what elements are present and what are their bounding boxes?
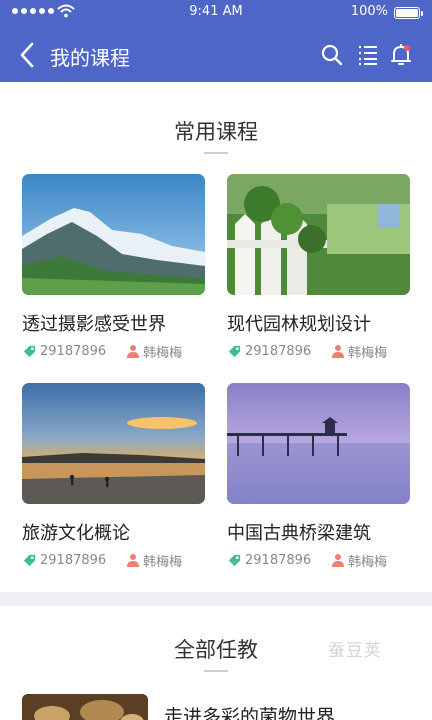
course-title[interactable]: 中国古典桥梁建筑	[227, 519, 371, 545]
watermark: 蚕豆荚	[328, 641, 382, 661]
tag-icon	[228, 345, 241, 357]
course-teacher: 韩梅梅	[348, 345, 388, 361]
section-divider	[0, 592, 432, 606]
course-code: 29187896	[245, 343, 312, 359]
search-icon[interactable]	[320, 43, 344, 67]
course-meta: 29187896 韩梅梅	[227, 551, 388, 570]
course-image-pier[interactable]	[227, 383, 410, 504]
bell-icon[interactable]	[389, 43, 413, 67]
section-underline	[204, 152, 228, 154]
course-code: 29187896	[245, 552, 312, 568]
course-teacher: 韩梅梅	[143, 554, 183, 570]
user-icon	[332, 554, 345, 567]
course-image-sunset[interactable]	[22, 383, 205, 504]
section-underline	[204, 670, 228, 672]
course-code: 29187896	[40, 552, 107, 568]
course-meta: 29187896 韩梅梅	[22, 551, 183, 570]
top-bar: 9:41 AM 100% 我的课程	[0, 0, 432, 82]
back-icon[interactable]	[18, 42, 36, 68]
battery-icon	[394, 7, 423, 19]
course-title[interactable]: 透过摄影感受世界	[22, 310, 166, 336]
nav-bar: 我的课程	[0, 26, 432, 82]
course-image-garden[interactable]	[227, 174, 410, 295]
user-icon	[127, 554, 140, 567]
course-title[interactable]: 旅游文化概论	[22, 519, 130, 545]
user-icon	[332, 345, 345, 358]
course-teacher: 韩梅梅	[348, 554, 388, 570]
section-title-common: 常用课程	[174, 120, 258, 144]
user-icon	[127, 345, 140, 358]
tag-icon	[228, 554, 241, 566]
list-icon[interactable]	[356, 43, 380, 67]
course-teacher: 韩梅梅	[143, 345, 183, 361]
battery-percent: 100%	[350, 4, 388, 19]
list-item-title[interactable]: 走进多彩的菌物世界	[164, 702, 335, 720]
course-title[interactable]: 现代园林规划设计	[227, 310, 371, 336]
course-meta: 29187896 韩梅梅	[227, 342, 388, 361]
tag-icon	[23, 554, 36, 566]
list-item-thumbnail[interactable]	[22, 694, 148, 720]
page-title: 我的课程	[50, 46, 130, 70]
course-meta: 29187896 韩梅梅	[22, 342, 183, 361]
status-bar: 9:41 AM 100%	[0, 0, 432, 26]
course-code: 29187896	[40, 343, 107, 359]
course-image-mountain[interactable]	[22, 174, 205, 295]
tag-icon	[23, 345, 36, 357]
